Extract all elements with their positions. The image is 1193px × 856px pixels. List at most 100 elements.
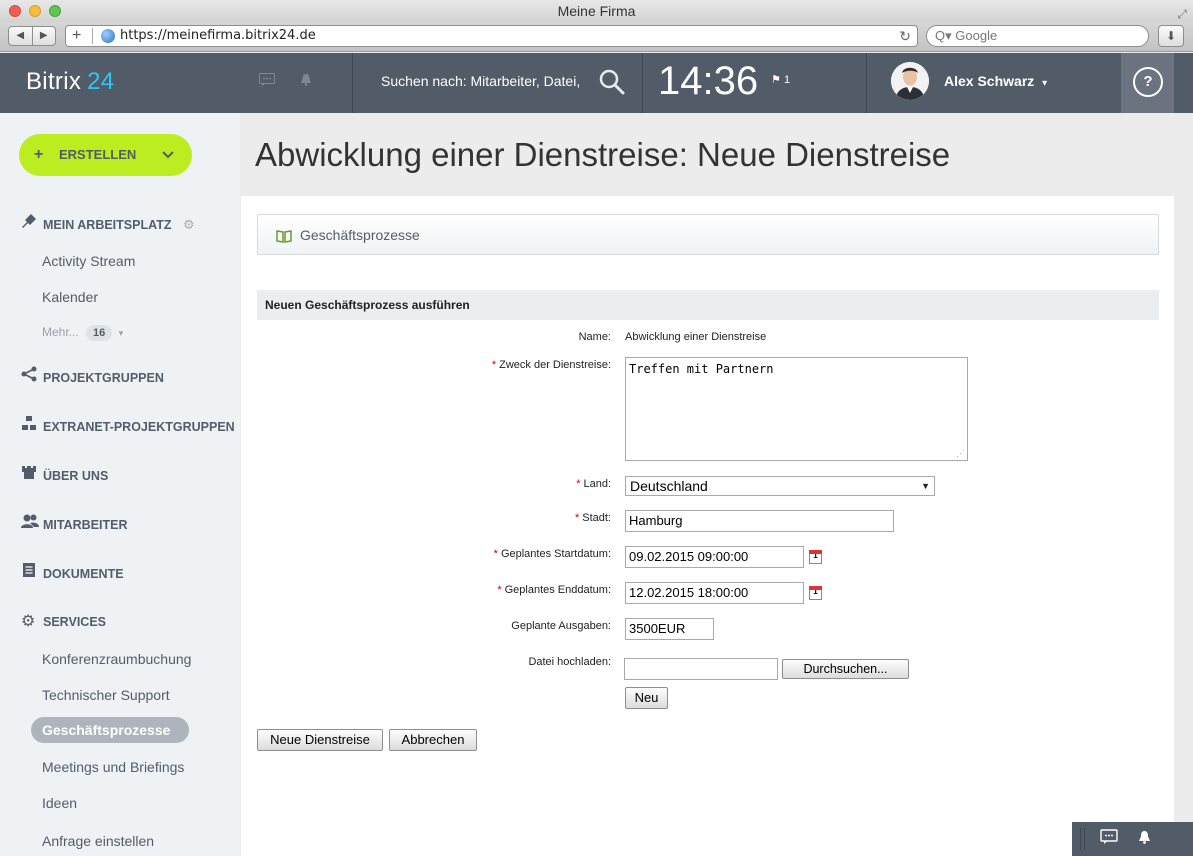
purpose-label: * Zweck der Dienstreise: [311,359,611,371]
start-date-input[interactable]: 09.02.2015 09:00:00 [625,546,804,568]
globe-icon [101,29,115,43]
window-title: Meine Firma [557,3,636,19]
document-icon [21,562,39,581]
share-icon [21,366,39,385]
sidebar-item-calendar[interactable]: Kalender [42,289,98,305]
sidebar-section-about-us[interactable]: ÜBER UNS [21,464,108,483]
sidebar-section-project-groups[interactable]: PROJEKTGRUPPEN [21,366,164,385]
bottom-panel [1072,822,1193,856]
chevron-down-icon: ▾ [1042,78,1048,89]
reload-icon[interactable]: ↻ [899,26,911,46]
chevron-down-icon: ▾ [118,328,124,338]
user-menu[interactable]: Alex Schwarz ▾ [944,73,1047,89]
country-label-text: Land: [583,478,611,490]
required-marker: * [576,478,581,490]
upload-label: Datei hochladen: [311,656,611,668]
flag-count: 1 [783,74,791,86]
upload-file-input[interactable] [624,658,778,680]
search-placeholder: Google [955,28,998,43]
sidebar-item-meetings[interactable]: Meetings und Briefings [42,759,184,775]
expenses-label: Geplante Ausgaben: [311,620,611,632]
name-label: Name: [311,331,611,343]
create-label: ERSTELLEN [59,147,137,162]
browse-button[interactable]: Durchsuchen... [782,659,909,679]
purpose-value: Treffen mit Partnern [629,362,774,376]
header-divider [642,53,643,113]
user-avatar[interactable] [891,62,929,100]
flag-counter[interactable]: ⚑ 1 [771,73,790,86]
sidebar-section-my-workspace[interactable]: MEIN ARBEITSPLATZ ⚙ [21,213,195,233]
url-text[interactable]: https://meinefirma.bitrix24.de [120,26,316,46]
city-input[interactable]: Hamburg [625,510,894,532]
sidebar-section-employees[interactable]: MITARBEITER [21,513,128,532]
resize-grip-icon[interactable]: ⋰ [956,449,965,459]
expenses-label-text: Geplante Ausgaben: [511,620,611,632]
bp-bar-label: Geschäftsprozesse [300,227,420,243]
forward-button[interactable]: ▶ [33,27,56,45]
city-label-text: Stadt: [582,512,611,524]
gears-icon: ⚙ [21,613,36,630]
chat-icon[interactable] [1100,829,1118,850]
name-value: Abwicklung einer Dienstreise [625,331,767,343]
logo-text: Bitrix [26,68,82,95]
end-date-label: * Geplantes Enddatum: [311,584,611,596]
sidebar-section-services[interactable]: ⚙ SERVICES [21,611,106,631]
business-processes-bar[interactable]: Geschäftsprozesse [257,214,1159,255]
address-bar[interactable]: + https://meinefirma.bitrix24.de ↻ [65,25,918,47]
new-button[interactable]: Neu [625,687,668,709]
start-date-label-text: Geplantes Startdatum: [500,548,611,560]
calendar-icon[interactable]: 1 [809,550,822,564]
required-marker: * [497,584,502,596]
sidebar-section-extranet-groups[interactable]: EXTRANET-PROJEKTGRUPPEN [21,415,235,434]
maximize-window-button[interactable] [49,5,61,17]
page-title: Abwicklung einer Dienstreise: Neue Diens… [255,136,951,173]
downloads-button[interactable]: ⬇ [1158,25,1184,47]
flag-icon: ⚑ [771,74,781,86]
section-label: EXTRANET-PROJEKTGRUPPEN [43,420,235,434]
panel-grip [1084,828,1085,850]
dropdown-arrow-icon: ▼ [921,481,930,491]
bitrix-logo[interactable]: Bitrix 24 [26,68,114,96]
gear-icon[interactable]: ⚙ [183,217,195,232]
submit-button[interactable]: Neue Dienstreise [257,729,383,751]
help-button[interactable]: ? [1121,53,1174,113]
notification-bell-icon[interactable] [1138,830,1151,847]
create-button[interactable]: + ERSTELLEN [19,134,192,176]
minimize-window-button[interactable] [29,5,41,17]
back-button[interactable]: ◀ [9,27,33,45]
purpose-textarea[interactable]: Treffen mit Partnern ⋰ [625,357,968,461]
sidebar-item-request[interactable]: Anfrage einstellen [42,833,154,849]
section-label: DOKUMENTE [43,567,124,581]
close-window-button[interactable] [9,5,21,17]
sidebar-item-activity-stream[interactable]: Activity Stream [42,253,135,269]
notification-bell-icon[interactable] [300,73,312,89]
header-search-input[interactable]: Suchen nach: Mitarbeiter, Datei, [381,73,580,89]
required-marker: * [574,512,580,524]
cancel-button[interactable]: Abbrechen [389,729,477,751]
section-label: SERVICES [43,615,106,629]
browser-search-input[interactable]: Q▾ Google [926,25,1149,47]
add-bookmark-icon[interactable]: + [72,26,81,46]
sidebar-section-documents[interactable]: DOKUMENTE [21,562,124,581]
expenses-input[interactable]: 3500EUR [625,618,714,640]
end-date-input[interactable]: 12.02.2015 18:00:00 [625,582,804,604]
sidebar-more[interactable]: Mehr... 16 ▾ [42,325,123,341]
form-heading: Neuen Geschäftsprozess ausführen [257,290,1159,320]
search-icon[interactable] [598,68,626,96]
clock-time[interactable]: 14:36 [658,59,758,104]
country-label: * Land: [311,478,611,490]
header-divider [866,53,867,113]
more-label: Mehr... [42,325,79,339]
country-select[interactable]: Deutschland ▼ [625,476,935,496]
sidebar-item-business-processes[interactable]: Geschäftsprozesse [31,717,189,743]
calendar-icon[interactable]: 1 [809,586,822,600]
castle-icon [21,464,39,483]
sidebar-item-tech-support[interactable]: Technischer Support [42,687,170,703]
panel-grip [1080,828,1081,850]
sidebar-item-ideas[interactable]: Ideen [42,795,77,811]
plus-icon: + [34,146,44,163]
header-divider [352,53,353,113]
users-icon [21,513,39,532]
sidebar-item-conference[interactable]: Konferenzraumbuchung [42,651,191,667]
chat-icon[interactable] [259,73,275,91]
